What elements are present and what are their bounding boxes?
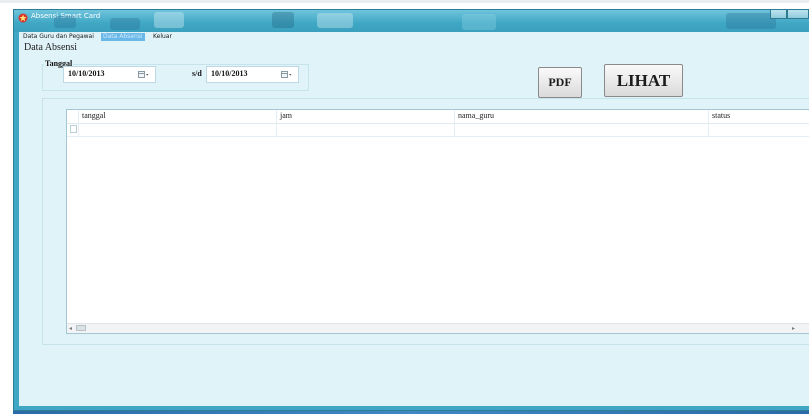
horizontal-scrollbar[interactable]: ◂ ▸ [67, 323, 809, 333]
aero-decor [154, 12, 184, 28]
aero-decor [110, 18, 140, 30]
calendar-dropdown-icon[interactable] [138, 71, 149, 79]
close-button[interactable] [787, 10, 809, 19]
client-area: Data Guru dan Pegawai Data Absensi Kelua… [19, 32, 809, 406]
from-date-picker[interactable]: 10/10/2013 [63, 66, 156, 83]
attendance-grid[interactable]: tanggal jam nama_guru status ◂ ▸ [66, 109, 809, 334]
to-date-value: 10/10/2013 [211, 69, 248, 78]
menu-bar: Data Guru dan Pegawai Data Absensi Kelua… [19, 32, 809, 42]
minimize-button[interactable] [770, 10, 787, 19]
scroll-left-arrow-icon[interactable]: ◂ [69, 325, 72, 332]
aero-decor [726, 13, 776, 29]
pdf-button[interactable]: PDF [538, 67, 582, 98]
menu-item-keluar[interactable]: Keluar [151, 33, 174, 41]
new-row[interactable] [67, 123, 809, 137]
column-header-jam[interactable]: jam [280, 111, 292, 120]
to-date-picker[interactable]: 10/10/2013 [206, 66, 299, 83]
calendar-dropdown-icon[interactable] [281, 71, 292, 79]
page-title: Data Absensi [24, 42, 78, 53]
menu-item-data-guru[interactable]: Data Guru dan Pegawai [21, 33, 96, 41]
app-icon [18, 13, 28, 23]
column-header-tanggal[interactable]: tanggal [82, 111, 106, 120]
column-header-nama-guru[interactable]: nama_guru [458, 111, 494, 120]
app-window: Absensi Smart Card Data Guru dan Pegawai… [13, 9, 809, 411]
aero-decor [462, 14, 496, 30]
row-selector[interactable] [70, 125, 77, 133]
aero-decor [317, 13, 353, 28]
desktop-background [0, 0, 809, 3]
scrollbar-thumb[interactable] [76, 325, 86, 331]
scroll-right-arrow-icon[interactable]: ▸ [792, 325, 795, 332]
column-header-status[interactable]: status [712, 111, 730, 120]
menu-item-data-absensi[interactable]: Data Absensi [101, 33, 145, 41]
title-bar[interactable]: Absensi Smart Card [14, 10, 809, 32]
lihat-button[interactable]: LIHAT [604, 64, 683, 97]
from-date-value: 10/10/2013 [68, 69, 105, 78]
aero-decor [272, 12, 294, 28]
aero-decor [54, 16, 76, 28]
grid-header: tanggal jam nama_guru status [67, 110, 809, 124]
date-range-separator: s/d [192, 69, 202, 78]
